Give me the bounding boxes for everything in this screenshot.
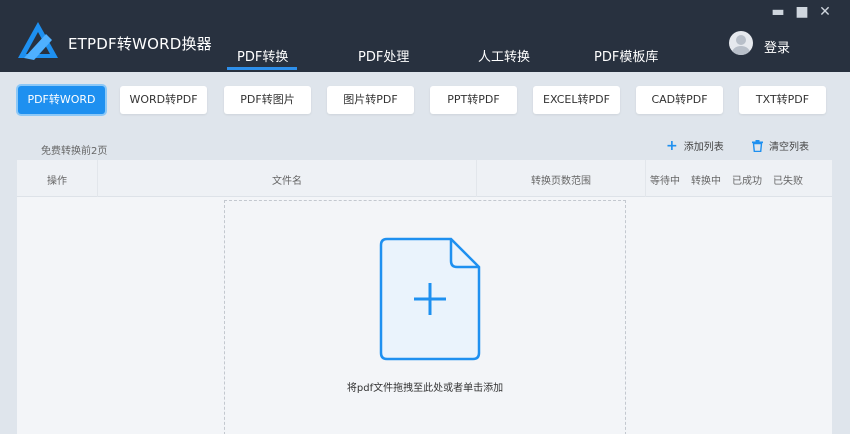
add-list-button[interactable]: + 添加列表 (666, 137, 724, 154)
column-divider (97, 160, 98, 197)
conv-word-to-pdf-button[interactable]: WORD转PDF (120, 86, 207, 114)
title-bar: ETPDF转WORD换器 PDF转换 PDF处理 人工转换 PDF模板库 ▬ ■… (0, 0, 850, 72)
column-succeeded: 已成功 (732, 176, 762, 187)
conv-txt-to-pdf-button[interactable]: TXT转PDF (739, 86, 826, 114)
conv-image-to-pdf-button[interactable]: 图片转PDF (327, 86, 414, 114)
conv-ppt-to-pdf-button[interactable]: PPT转PDF (430, 86, 517, 114)
column-divider (476, 160, 477, 197)
file-add-icon[interactable] (379, 237, 481, 361)
column-waiting: 等待中 (650, 176, 680, 187)
clear-list-label: 清空列表 (769, 142, 809, 153)
trash-icon (752, 139, 763, 152)
login-button[interactable]: 登录 (764, 37, 790, 56)
close-button[interactable]: ✕ (818, 5, 832, 19)
column-filename: 文件名 (272, 176, 302, 187)
clear-list-button[interactable]: 清空列表 (752, 138, 809, 153)
minimize-button[interactable]: ▬ (771, 5, 785, 19)
conv-cad-to-pdf-button[interactable]: CAD转PDF (636, 86, 723, 114)
conv-pdf-to-word-button[interactable]: PDF转WORD (18, 86, 105, 114)
tab-manual-convert[interactable]: 人工转换 (478, 46, 530, 65)
file-table-header: 操作 文件名 转换页数范围 等待中 转换中 已成功 已失败 (17, 160, 832, 197)
tab-pdf-convert[interactable]: PDF转换 (237, 46, 288, 65)
column-failed: 已失败 (773, 176, 803, 187)
column-converting: 转换中 (691, 176, 721, 187)
plus-icon: + (666, 137, 678, 154)
conv-excel-to-pdf-button[interactable]: EXCEL转PDF (533, 86, 620, 114)
tab-pdf-templates[interactable]: PDF模板库 (594, 46, 658, 65)
drop-hint-text: 将pdf文件拖拽至此处或者单击添加 (346, 383, 504, 394)
app-logo-icon (18, 22, 58, 60)
maximize-button[interactable]: ■ (795, 5, 809, 19)
conv-pdf-to-image-button[interactable]: PDF转图片 (224, 86, 311, 114)
column-actions: 操作 (47, 176, 67, 187)
column-page-range: 转换页数范围 (531, 176, 591, 187)
active-tab-indicator (227, 67, 297, 70)
free-pages-notice: 免费转换前2页 (41, 146, 108, 157)
user-avatar-icon[interactable] (729, 31, 753, 55)
column-divider (645, 160, 646, 197)
app-title: ETPDF转WORD换器 (68, 35, 212, 53)
add-list-label: 添加列表 (683, 142, 724, 153)
tab-pdf-process[interactable]: PDF处理 (358, 46, 409, 65)
